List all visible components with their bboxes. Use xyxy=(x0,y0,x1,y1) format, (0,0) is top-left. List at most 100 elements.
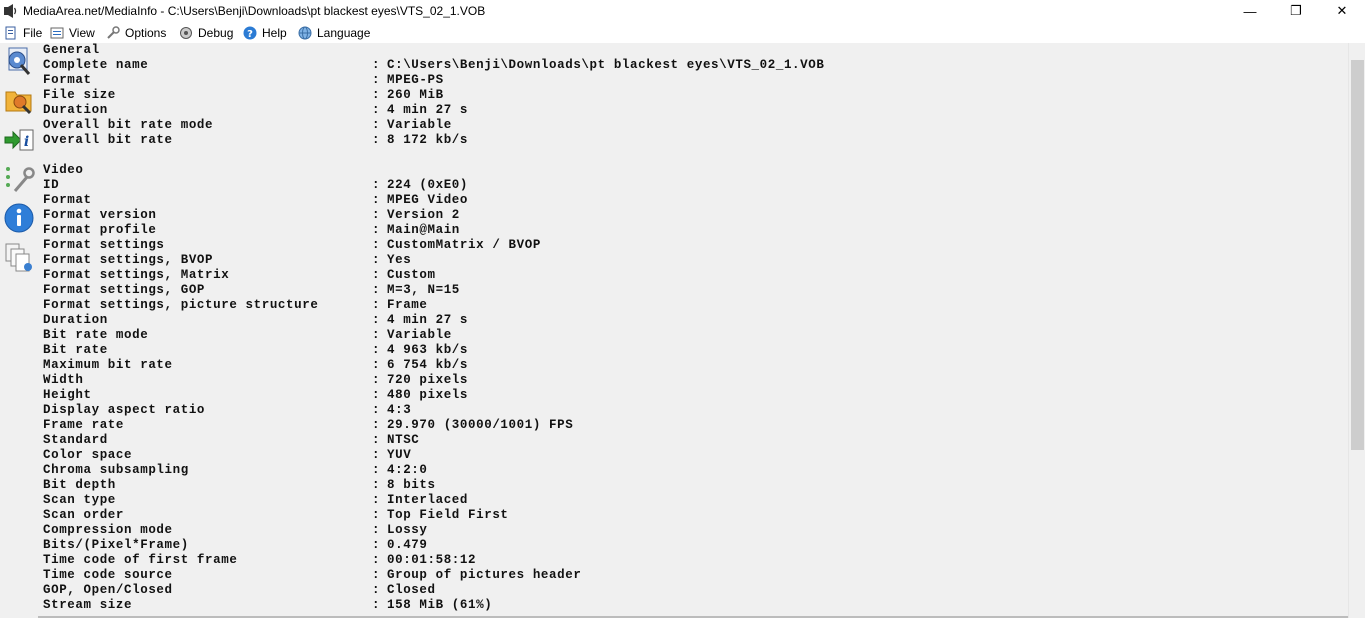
options-icon xyxy=(106,26,120,40)
field-value: 158 MiB (61%) xyxy=(387,598,493,612)
field-separator: : xyxy=(372,358,381,372)
menu-language-label: Language xyxy=(317,26,371,40)
field-name: GOP, Open/Closed xyxy=(43,583,173,597)
field-value: Closed xyxy=(387,583,436,597)
mediainfo-app-icon xyxy=(4,4,18,18)
field-name: Frame rate xyxy=(43,418,125,432)
field-name: Display aspect ratio xyxy=(43,403,206,417)
open-file-icon xyxy=(8,47,31,75)
field-value: 224 (0xE0) xyxy=(387,178,469,192)
field-name: Time code source xyxy=(43,568,173,582)
field-name: Format xyxy=(43,193,92,207)
field-name: Duration xyxy=(43,313,108,327)
field-separator: : xyxy=(372,283,381,297)
copy-files-button[interactable] xyxy=(3,241,35,273)
close-button[interactable]: ✕ xyxy=(1319,0,1365,22)
field-value: 4 963 kb/s xyxy=(387,343,469,357)
field-value: YUV xyxy=(387,448,412,462)
field-value: 8 bits xyxy=(387,478,436,492)
field-value: Main@Main xyxy=(387,223,460,237)
field-value: C:\Users\Benji\Downloads\pt blackest eye… xyxy=(387,58,825,72)
export-info-button[interactable]: i xyxy=(3,124,35,156)
field-name: Overall bit rate xyxy=(43,133,173,147)
field-value: Custom xyxy=(387,268,436,282)
field-value: 260 MiB xyxy=(387,88,444,102)
menu-language[interactable]: Language xyxy=(298,24,370,42)
field-name: General xyxy=(43,43,100,57)
close-icon: ✕ xyxy=(1336,3,1348,18)
field-separator: : xyxy=(372,313,381,327)
field-value: M=3, N=15 xyxy=(387,283,460,297)
svg-text:?: ? xyxy=(247,29,253,40)
menu-debug[interactable]: Debug xyxy=(179,24,233,42)
menu-bar: File View Options Debug ? Help Language xyxy=(0,22,1365,43)
menu-file-label: File xyxy=(23,26,43,40)
restore-button[interactable]: ❐ xyxy=(1273,0,1319,22)
field-value: Yes xyxy=(387,253,412,267)
preferences-button[interactable] xyxy=(3,163,35,195)
field-separator: : xyxy=(372,478,381,492)
view-icon xyxy=(50,26,64,40)
field-separator: : xyxy=(372,598,381,612)
field-separator: : xyxy=(372,103,381,117)
about-button[interactable] xyxy=(3,202,35,234)
field-separator: : xyxy=(372,463,381,477)
menu-options-label: Options xyxy=(125,26,167,40)
field-separator: : xyxy=(372,523,381,537)
field-value: Version 2 xyxy=(387,208,460,222)
field-separator: : xyxy=(372,298,381,312)
field-value: Group of pictures header xyxy=(387,568,582,582)
field-name: Bits/(Pixel*Frame) xyxy=(43,538,189,552)
menu-help[interactable]: ? Help xyxy=(243,24,287,42)
field-separator: : xyxy=(372,403,381,417)
field-separator: : xyxy=(372,208,381,222)
menu-view-label: View xyxy=(69,26,95,40)
field-value: 4:3 xyxy=(387,403,412,417)
field-name: Scan order xyxy=(43,508,125,522)
field-name: Chroma subsampling xyxy=(43,463,189,477)
field-separator: : xyxy=(372,178,381,192)
menu-file[interactable]: File xyxy=(4,24,42,42)
menu-options[interactable]: Options xyxy=(106,24,166,42)
field-separator: : xyxy=(372,373,381,387)
field-name: Stream size xyxy=(43,598,133,612)
field-name: Maximum bit rate xyxy=(43,358,173,372)
field-separator: : xyxy=(372,553,381,567)
field-value: 4:2:0 xyxy=(387,463,428,477)
report-panel[interactable]: General Complete name: C:\Users\Benji\Down… xyxy=(38,43,1363,618)
field-name: Bit rate xyxy=(43,343,108,357)
export-info-icon: i xyxy=(4,129,34,151)
minimize-button[interactable]: — xyxy=(1227,0,1273,22)
svg-text:i: i xyxy=(24,134,29,150)
field-separator: : xyxy=(372,538,381,552)
field-name: Complete name xyxy=(43,58,149,72)
field-name: Overall bit rate mode xyxy=(43,118,214,132)
open-folder-button[interactable] xyxy=(3,84,35,116)
field-separator: : xyxy=(372,58,381,72)
field-value: MPEG-PS xyxy=(387,73,444,87)
field-name: Format settings, Matrix xyxy=(43,268,230,282)
scrollbar-thumb[interactable] xyxy=(1351,60,1364,450)
field-value: MPEG Video xyxy=(387,193,469,207)
field-value: Lossy xyxy=(387,523,428,537)
field-value: 6 754 kb/s xyxy=(387,358,469,372)
field-name: Color space xyxy=(43,448,133,462)
field-name: Scan type xyxy=(43,493,116,507)
field-name: Width xyxy=(43,373,84,387)
open-file-button[interactable] xyxy=(3,45,35,77)
about-info-icon xyxy=(4,203,34,233)
vertical-scrollbar[interactable] xyxy=(1348,43,1365,618)
preferences-icon xyxy=(6,167,35,192)
field-name: Format version xyxy=(43,208,157,222)
field-value: 4 min 27 s xyxy=(387,103,469,117)
field-separator: : xyxy=(372,268,381,282)
help-icon: ? xyxy=(243,26,257,40)
field-separator: : xyxy=(372,328,381,342)
menu-view[interactable]: View xyxy=(50,24,95,42)
field-name: Format settings, BVOP xyxy=(43,253,214,267)
field-name: Compression mode xyxy=(43,523,173,537)
menu-debug-label: Debug xyxy=(198,26,234,40)
field-name: Bit rate mode xyxy=(43,328,149,342)
open-folder-icon xyxy=(5,91,32,115)
field-separator: : xyxy=(372,583,381,597)
